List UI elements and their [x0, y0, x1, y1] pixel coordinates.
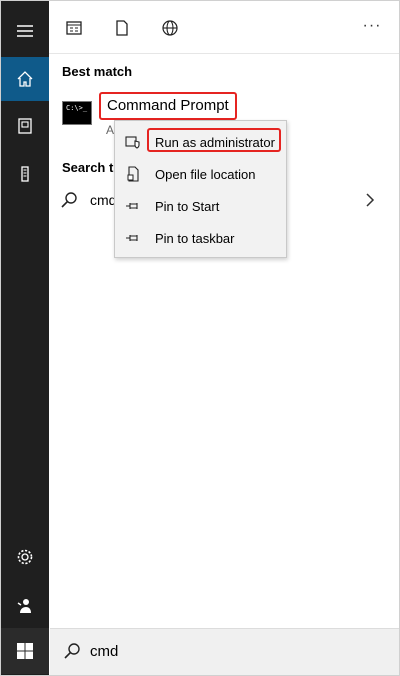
windows-logo-icon — [17, 643, 33, 659]
gear-icon — [17, 549, 33, 565]
user-icon — [17, 599, 31, 613]
apps-filter-button[interactable] — [63, 17, 85, 39]
search-box[interactable]: cmd — [50, 628, 399, 675]
more-icon: ··· — [362, 17, 382, 34]
shield-icon — [125, 136, 140, 149]
top-toolbar: ··· — [49, 1, 399, 54]
file-location-icon — [127, 166, 139, 182]
search-web-heading: Search th — [62, 160, 122, 175]
chevron-right-icon[interactable] — [364, 192, 376, 208]
search-input[interactable]: cmd — [90, 643, 118, 660]
documents-button[interactable] — [1, 104, 49, 148]
open-file-location-label: Open file location — [155, 167, 256, 182]
pin-to-start-item[interactable]: Pin to Start — [115, 190, 286, 222]
pin-to-taskbar-item[interactable]: Pin to taskbar — [115, 222, 286, 254]
user-button[interactable] — [1, 584, 49, 628]
best-match-heading: Best match — [62, 64, 133, 79]
pin-icon — [126, 203, 138, 209]
documents-filter-button[interactable] — [111, 17, 133, 39]
file-icon — [116, 20, 128, 36]
hamburger-menu-button[interactable] — [1, 9, 49, 53]
open-file-location-item[interactable]: Open file location — [115, 158, 286, 190]
taskbar-search: cmd — [1, 628, 399, 675]
command-prompt-icon-text: C:\>_ — [66, 104, 88, 112]
search-web-query: cmd — [90, 192, 117, 208]
search-icon — [64, 643, 80, 659]
home-button[interactable] — [1, 57, 49, 101]
apps-icon — [66, 21, 82, 35]
left-rail — [1, 1, 49, 675]
best-match-title[interactable]: Command Prompt — [99, 92, 237, 120]
best-match-subtitle: A — [106, 123, 115, 137]
command-prompt-icon: C:\>_ — [62, 101, 92, 125]
hamburger-icon — [17, 25, 33, 37]
document-icon — [18, 118, 32, 134]
globe-icon — [162, 20, 178, 36]
pin-icon — [126, 235, 138, 241]
more-options-button[interactable]: ··· — [359, 15, 385, 37]
device-button[interactable] — [1, 152, 49, 196]
start-button[interactable] — [1, 628, 49, 674]
settings-button[interactable] — [1, 535, 49, 579]
pin-to-taskbar-label: Pin to taskbar — [155, 231, 235, 246]
search-icon — [61, 192, 77, 208]
highlight-box — [147, 128, 281, 152]
tower-icon — [21, 166, 29, 182]
home-icon — [17, 71, 33, 87]
pin-to-start-label: Pin to Start — [155, 199, 220, 214]
web-filter-button[interactable] — [159, 17, 181, 39]
